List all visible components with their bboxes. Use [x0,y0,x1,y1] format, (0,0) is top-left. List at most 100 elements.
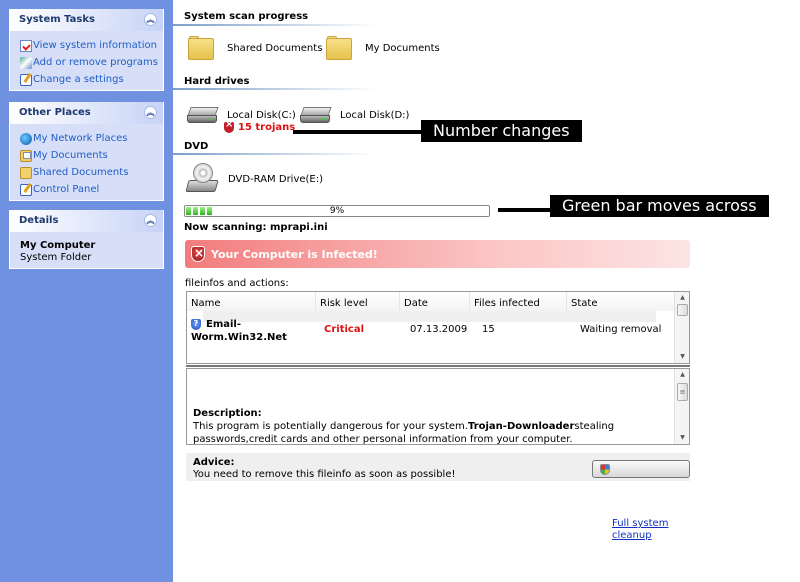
sidebar-item-control-panel[interactable]: Control Panel [20,181,163,198]
sidebar-item-label: Control Panel [33,184,100,195]
column-header-risk-level[interactable]: Risk level [316,292,400,311]
sidebar-item-my-documents[interactable]: My Documents [20,147,163,164]
other-places-header[interactable]: Other Places ︽ [10,102,163,124]
description-title: Description: [193,408,262,419]
annotation-leader-line [293,130,423,134]
annotation-leader-line [498,208,552,212]
cell-state: Waiting removal [580,324,662,335]
scroll-down-arrow-icon[interactable]: ▼ [675,432,690,444]
column-header-name[interactable]: Name [187,292,316,311]
control-panel-icon [20,183,32,196]
alert-shield-icon [191,246,205,262]
sidebar-item-label: Add or remove programs [33,57,158,68]
cell-date: 07.13.2009 [410,324,468,335]
section-divider [173,88,376,90]
description-scrollbar[interactable]: ▲ ≡ ▼ [674,369,689,444]
advice-panel: Advice: You need to remove this fileinfo… [186,453,690,481]
folder-icon [326,36,354,60]
scan-progress-heading: System scan progress [184,11,309,22]
cell-risk-level: Critical [324,324,365,335]
threat-name-line2: Worm.Win32.Net [191,332,287,343]
alert-text: Your Computer is Infected! [211,247,378,261]
full-system-cleanup-link[interactable]: Full system cleanup [612,518,672,542]
section-divider [173,153,376,155]
infected-alert-banner: Your Computer is Infected! [185,240,690,268]
system-info-icon [20,39,32,52]
description-text-before: This program is potentially dangerous fo… [193,421,468,432]
folder-label: Shared Documents [227,42,323,54]
folder-my-documents[interactable]: My Documents [326,36,440,60]
hard-drives-heading: Hard drives [184,76,250,87]
advice-title: Advice: [193,457,235,468]
scroll-up-arrow-icon[interactable]: ▲ [675,369,690,381]
system-tasks-panel: System Tasks ︽ View system information A… [9,9,164,91]
threat-info-icon: ? [191,318,201,330]
scroll-down-arrow-icon[interactable]: ▼ [675,351,690,363]
fileinfos-label: fileinfos and actions: [185,278,289,289]
annotation-number-changes: Number changes [421,120,582,142]
cell-files-infected: 15 [482,324,495,335]
sidebar-item-view-system-information[interactable]: View system information [20,37,163,54]
dvd-drive-icon [185,163,220,195]
details-panel: Details ︽ My Computer System Folder [9,210,164,269]
other-places-title: Other Places [19,107,91,118]
table-divider [186,365,690,367]
sidebar-item-shared-documents[interactable]: Shared Documents [20,164,163,181]
progress-percent: 9% [329,206,345,216]
sidebar-item-label: View system information [33,40,157,51]
remove-button[interactable] [592,460,690,478]
trojans-label: 15 trojans [238,122,296,133]
table-row[interactable]: ? Email- Worm.Win32.Net Critical 07.13.20… [187,318,675,348]
trojans-count: 15 trojans [224,119,296,133]
sidebar-item-label: My Network Places [33,133,128,144]
description-box: Description: This program is potentially… [186,368,690,445]
dvd-heading: DVD [184,141,209,152]
shared-documents-icon [20,166,32,179]
main-content: System scan progress Shared Documents My… [173,0,800,582]
description-text: Description: This program is potentially… [193,407,663,446]
folder-shared-documents[interactable]: Shared Documents [188,36,322,60]
annotation-green-bar: Green bar moves across [550,195,769,217]
folder-icon [188,36,216,60]
drive-local-disk-d[interactable]: Local Disk(D:) [300,105,409,125]
cell-name: ? Email- Worm.Win32.Net [191,318,287,344]
settings-icon [20,73,32,86]
details-header[interactable]: Details ︽ [10,210,163,232]
sidebar-item-change-settings[interactable]: Change a settings [20,71,163,88]
details-name: My Computer [20,240,96,251]
other-places-panel: Other Places ︽ My Network Places My Docu… [9,102,164,201]
now-scanning-text: Now scanning: mprapi.ini [184,222,328,233]
my-documents-icon [20,149,32,162]
sidebar-item-label: Change a settings [33,74,124,85]
dvd-drive-e[interactable]: DVD-RAM Drive(E:) [185,163,324,195]
scroll-up-arrow-icon[interactable]: ▲ [675,292,690,304]
system-tasks-header[interactable]: System Tasks ︽ [10,9,163,31]
details-type: System Folder [20,252,92,263]
collapse-chevron-icon[interactable]: ︽ [144,214,157,227]
drive-label: Local Disk(C:) [227,109,296,121]
hard-disk-icon [187,105,219,125]
scroll-thumb[interactable] [677,304,688,316]
sidebar-item-add-remove-programs[interactable]: Add or remove programs [20,54,163,71]
dvd-label: DVD-RAM Drive(E:) [228,173,324,185]
folder-label: My Documents [365,42,440,54]
collapse-chevron-icon[interactable]: ︽ [144,13,157,26]
sidebar: System Tasks ︽ View system information A… [0,0,173,582]
column-header-files-infected[interactable]: Files infected [470,292,567,311]
table-scrollbar[interactable]: ▲ ▼ [674,292,689,363]
column-header-date[interactable]: Date [400,292,470,311]
scan-progress-bar: 9% [184,205,490,217]
threats-table: Name Risk level Date Files infected Stat… [186,291,690,364]
network-places-icon [20,132,32,145]
section-divider [173,24,376,26]
sidebar-item-my-network-places[interactable]: My Network Places [20,130,163,147]
sidebar-item-label: My Documents [33,150,108,161]
advice-message: You need to remove this fileinfo as soon… [193,469,456,480]
description-bold: Trojan-Downloader [467,421,575,432]
collapse-chevron-icon[interactable]: ︽ [144,106,157,119]
scroll-thumb[interactable]: ≡ [677,383,688,401]
warning-shield-icon [224,119,234,133]
uac-shield-icon [600,464,610,475]
column-header-state[interactable]: State [567,292,675,311]
details-title: Details [19,215,59,226]
